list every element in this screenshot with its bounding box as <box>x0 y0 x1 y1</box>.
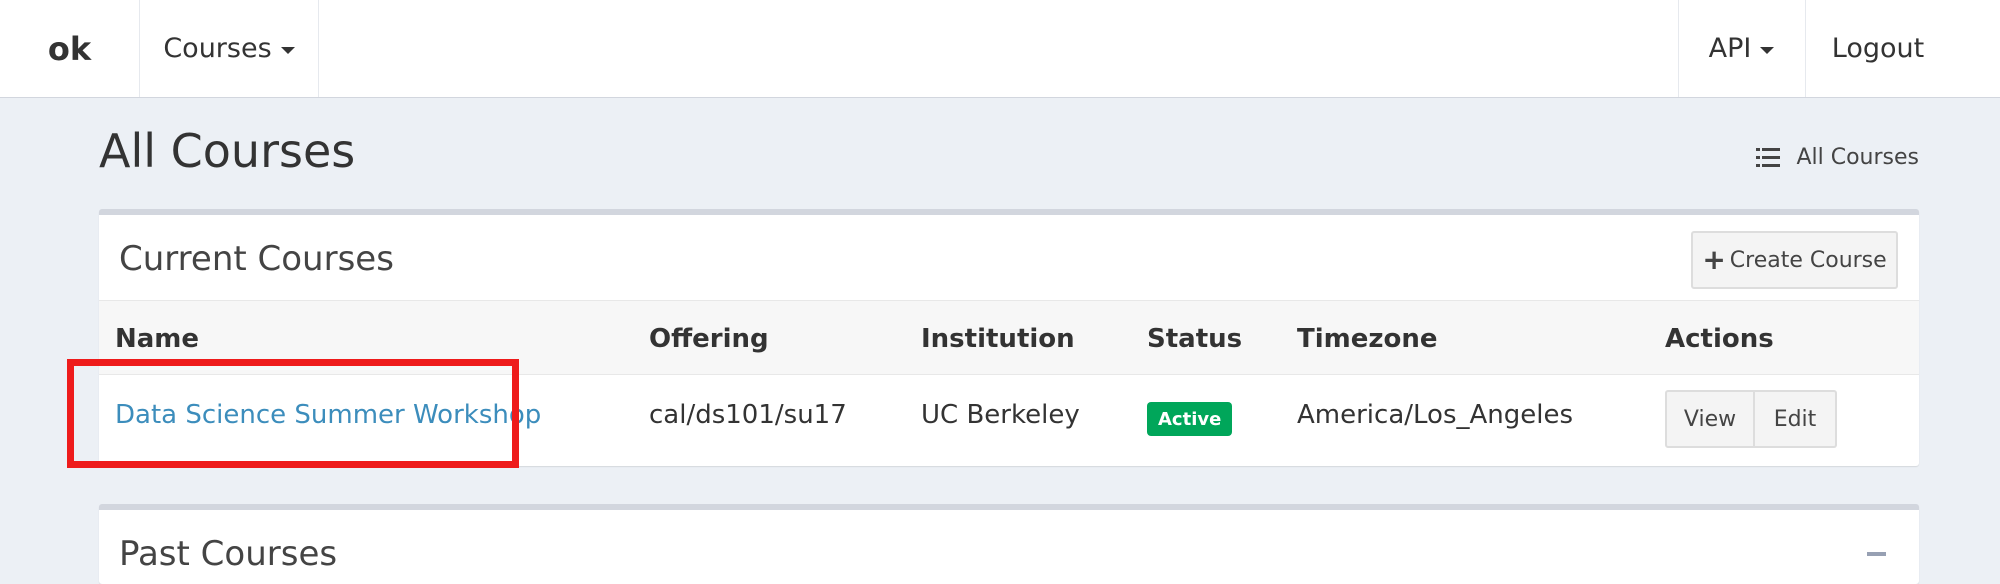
logout-link[interactable]: Logout <box>1806 0 1950 97</box>
brand-logo[interactable]: ok <box>0 0 139 97</box>
column-header-name[interactable]: Name <box>115 324 199 354</box>
course-timezone: America/Los_Angeles <box>1297 400 1574 430</box>
caret-down-icon <box>280 46 295 54</box>
page-title: All Courses <box>99 124 356 178</box>
column-header-offering[interactable]: Offering <box>649 324 769 354</box>
breadcrumb[interactable]: All Courses <box>1756 145 1919 170</box>
create-course-button[interactable]: + Create Course <box>1691 231 1898 289</box>
minus-icon[interactable] <box>1867 552 1886 556</box>
edit-button[interactable]: Edit <box>1755 390 1837 448</box>
course-institution: UC Berkeley <box>921 400 1080 430</box>
api-menu[interactable]: API <box>1679 0 1804 97</box>
plus-icon: + <box>1702 243 1726 276</box>
past-courses-title: Past Courses <box>119 534 338 574</box>
column-header-institution[interactable]: Institution <box>921 324 1075 354</box>
column-header-status[interactable]: Status <box>1147 324 1242 354</box>
courses-menu-label: Courses <box>163 33 272 64</box>
courses-menu[interactable]: Courses <box>140 0 318 97</box>
breadcrumb-label: All Courses <box>1796 145 1919 170</box>
highlight-box <box>67 359 519 468</box>
api-menu-label: API <box>1708 33 1752 64</box>
caret-down-icon <box>1760 46 1775 54</box>
row-actions: View Edit <box>1665 390 1837 448</box>
past-courses-panel: Past Courses <box>99 504 1919 584</box>
nav-divider <box>318 0 319 97</box>
column-header-timezone[interactable]: Timezone <box>1297 324 1438 354</box>
list-icon <box>1756 148 1781 167</box>
create-course-label: Create Course <box>1729 247 1887 273</box>
course-offering: cal/ds101/su17 <box>649 400 847 430</box>
column-header-actions: Actions <box>1665 324 1774 354</box>
view-button[interactable]: View <box>1665 390 1755 448</box>
status-badge: Active <box>1147 402 1233 436</box>
current-courses-title: Current Courses <box>119 239 394 279</box>
top-navbar: ok Courses API Logout <box>0 0 2000 98</box>
